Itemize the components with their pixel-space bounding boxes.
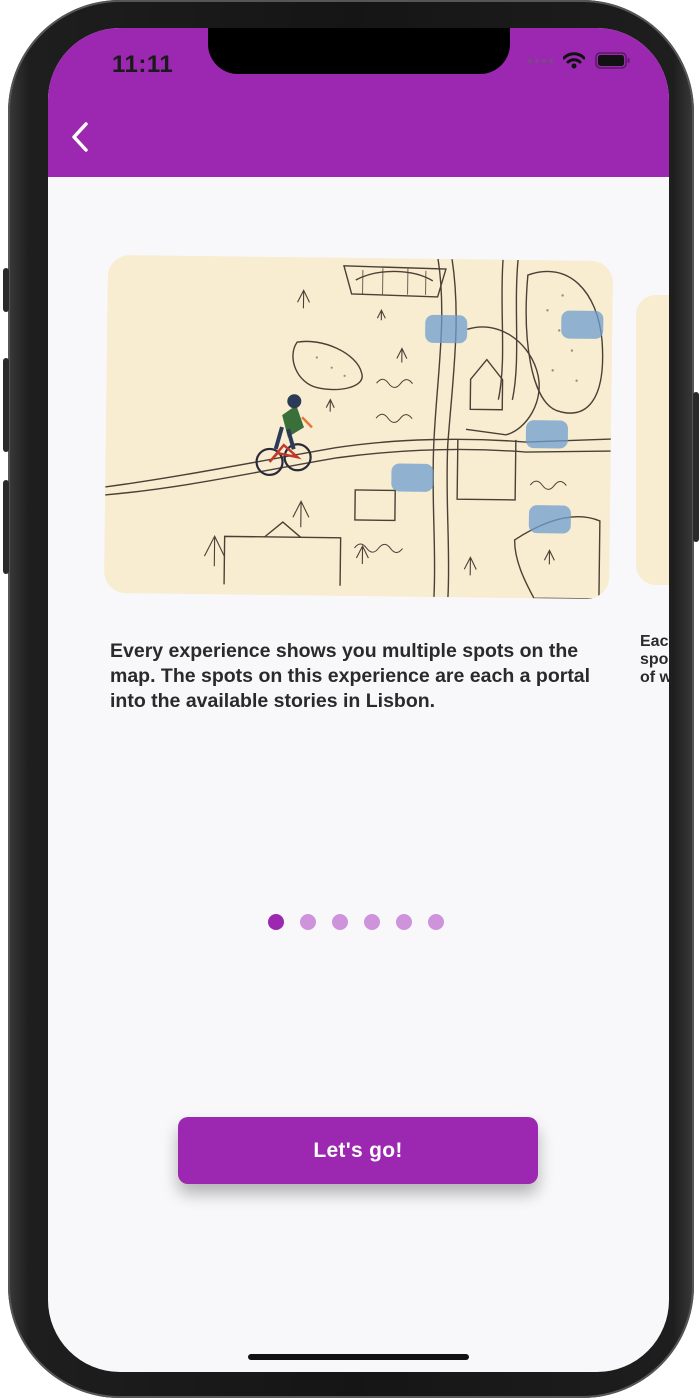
battery-icon bbox=[595, 52, 630, 69]
phone-frame: 11:11 Every experience shows you multipl… bbox=[3, 0, 699, 1398]
page-dot-1[interactable] bbox=[268, 914, 284, 930]
back-arrow-icon[interactable] bbox=[68, 120, 92, 154]
silent-switch bbox=[3, 268, 9, 312]
next-slide-description: Eac spo of w bbox=[640, 633, 669, 686]
status-icons bbox=[528, 52, 631, 69]
page-dot-5[interactable] bbox=[396, 914, 412, 930]
next-slide-illustration bbox=[636, 295, 669, 585]
screen: 11:11 Every experience shows you multipl… bbox=[48, 28, 669, 1372]
illustrated-map-with-cyclist bbox=[103, 254, 614, 600]
status-time: 11:11 bbox=[112, 51, 174, 78]
onboarding-pager[interactable]: Every experience shows you multiple spot… bbox=[48, 177, 669, 1372]
page-dot-4[interactable] bbox=[364, 914, 380, 930]
power-button bbox=[693, 392, 699, 542]
volume-up-button bbox=[3, 358, 9, 452]
wifi-icon bbox=[563, 52, 585, 69]
app-bar: 11:11 bbox=[48, 28, 669, 177]
lets-go-button[interactable]: Let's go! bbox=[178, 1117, 538, 1184]
page-indicator bbox=[268, 914, 444, 930]
slide-illustration bbox=[103, 254, 614, 600]
slide-description: Every experience shows you multiple spot… bbox=[110, 640, 591, 712]
page-dot-6[interactable] bbox=[428, 914, 444, 930]
page-dot-3[interactable] bbox=[332, 914, 348, 930]
page-dot-2[interactable] bbox=[300, 914, 316, 930]
notch bbox=[208, 28, 510, 74]
home-indicator[interactable] bbox=[248, 1354, 469, 1360]
signal-dots-icon bbox=[528, 58, 553, 63]
volume-down-button bbox=[3, 480, 9, 574]
